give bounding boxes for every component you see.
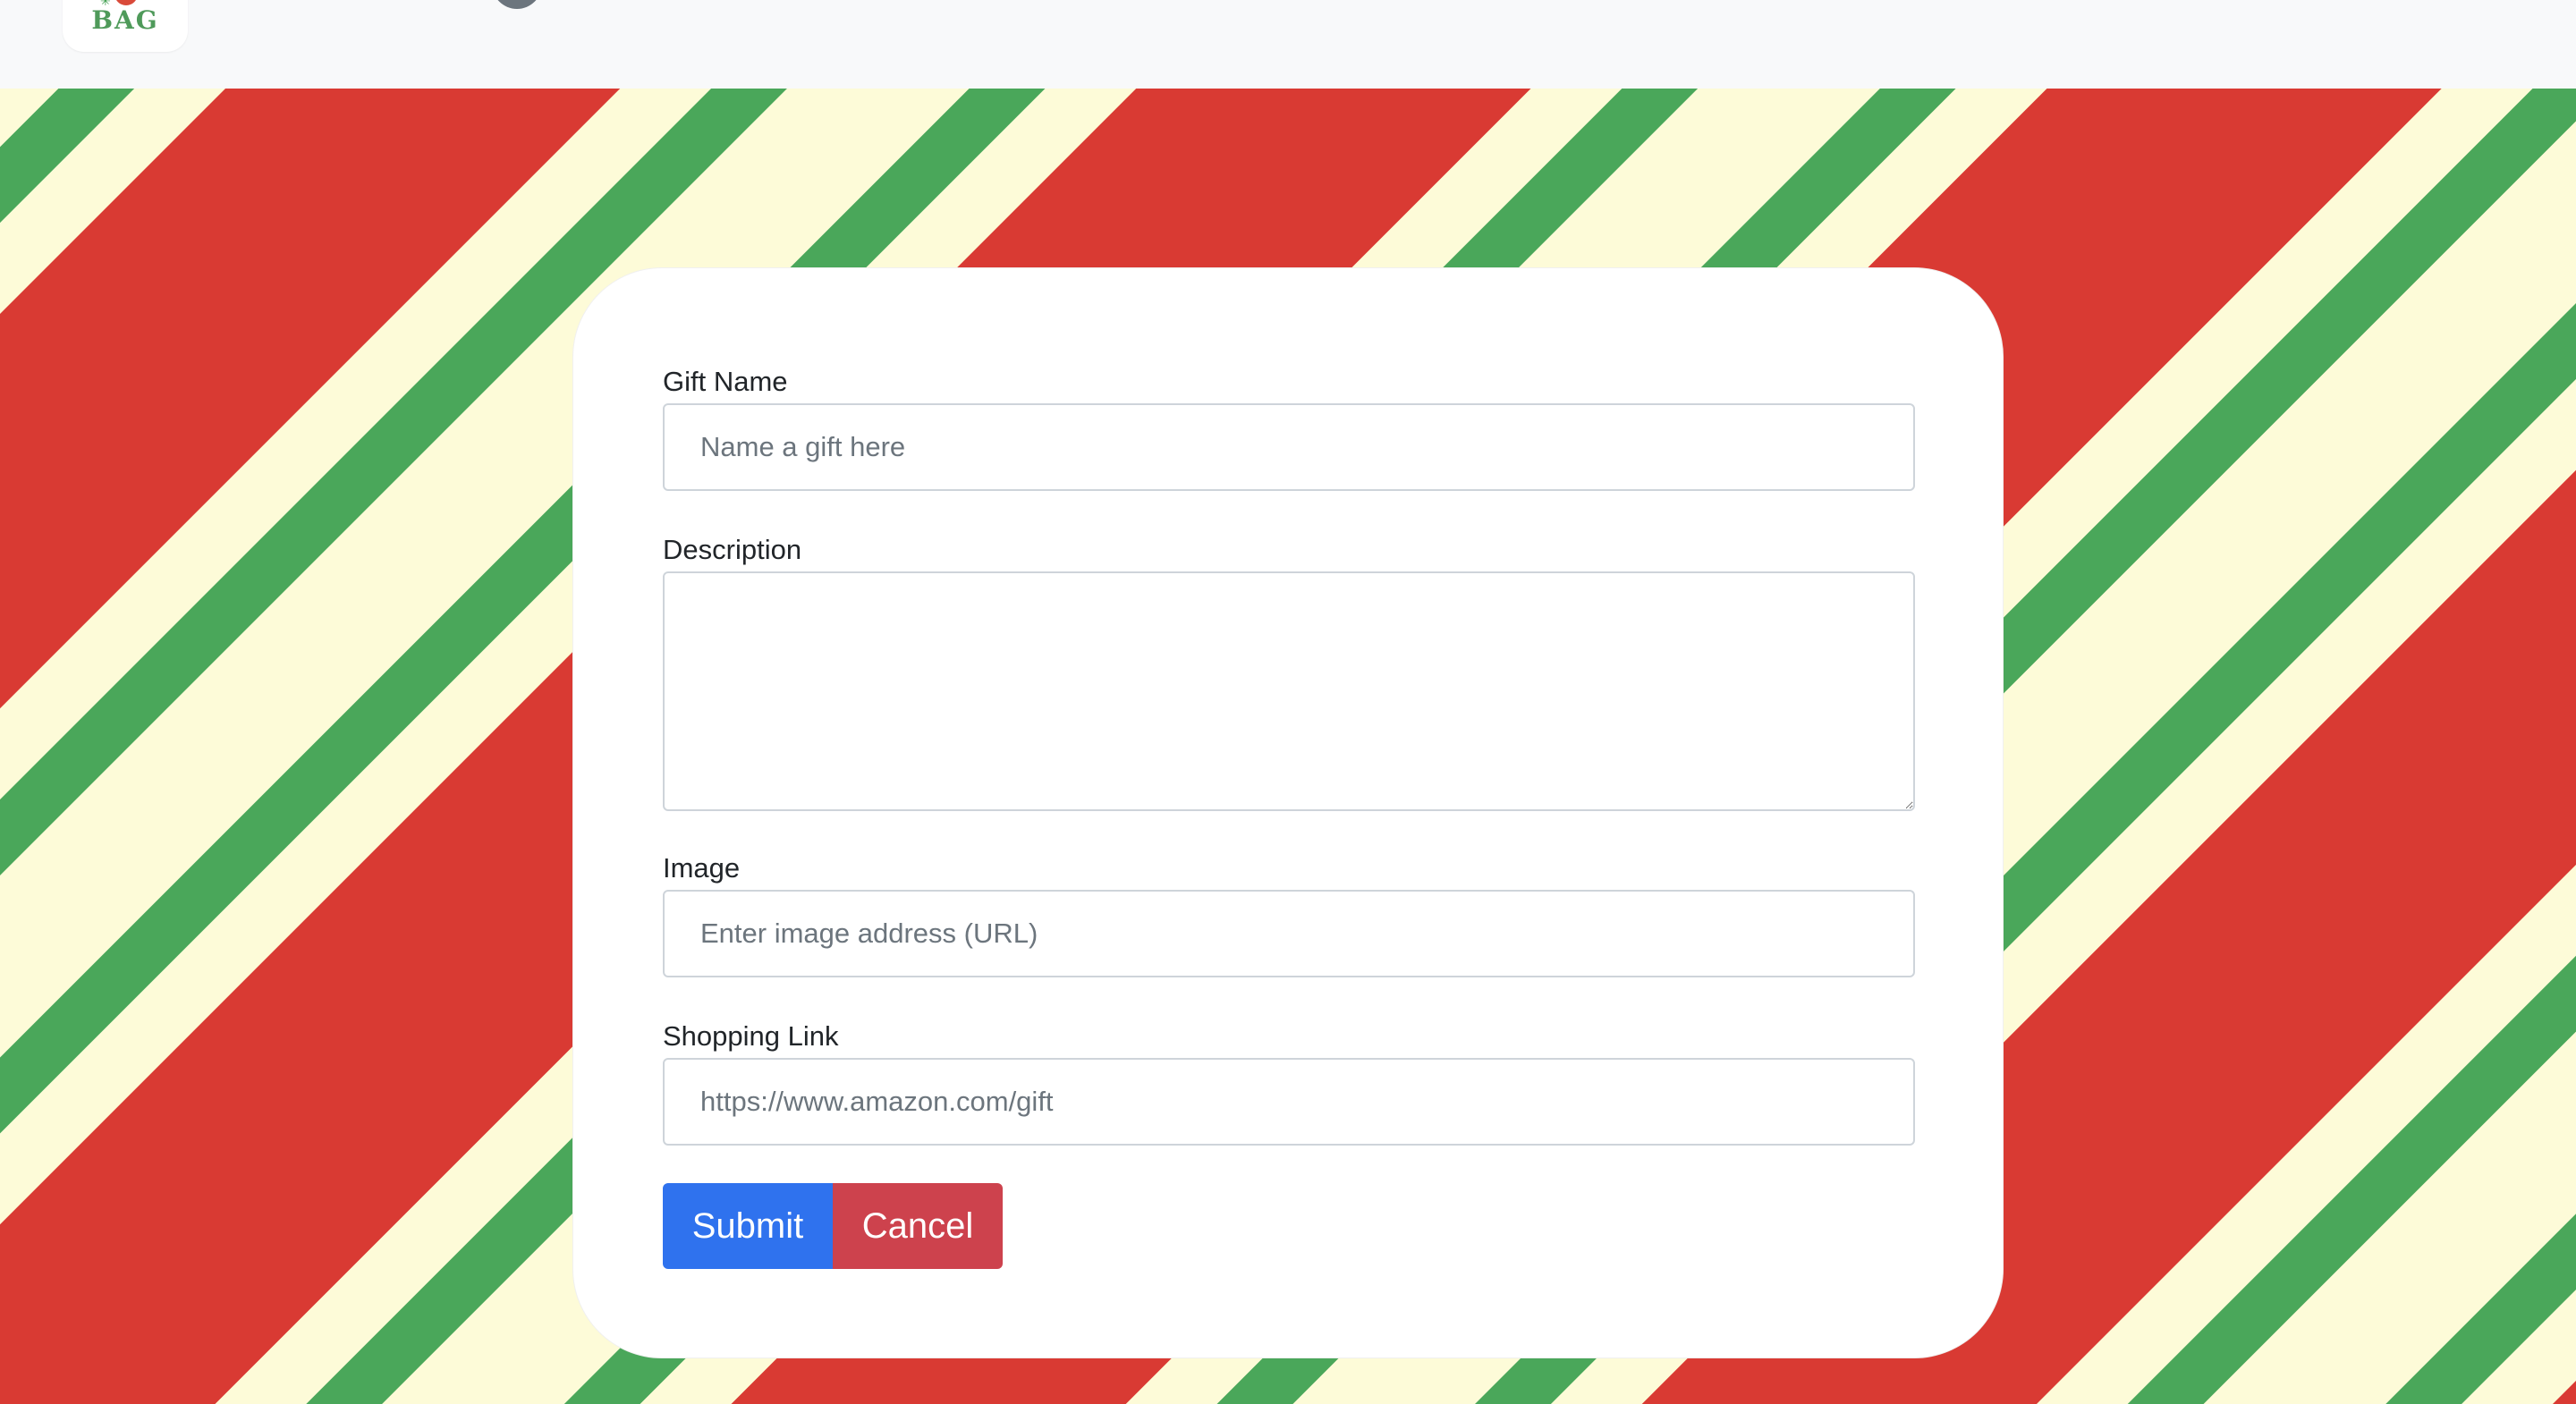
add-gift-form-card: Gift Name Description Image Shopping Lin…: [572, 267, 2004, 1358]
description-label: Description: [663, 534, 802, 565]
description-textarea[interactable]: [663, 571, 1915, 811]
image-url-input[interactable]: [663, 890, 1915, 977]
shopping-link-label: Shopping Link: [663, 1020, 839, 1052]
navbar: ✳ BAG: [0, 0, 2576, 89]
logo[interactable]: ✳ BAG: [63, 0, 188, 52]
image-label: Image: [663, 852, 741, 884]
user-avatar[interactable]: [492, 0, 542, 9]
submit-button[interactable]: Submit: [663, 1183, 833, 1269]
logo-text: BAG: [91, 5, 159, 35]
shopping-link-input[interactable]: [663, 1058, 1915, 1146]
gift-name-label: Gift Name: [663, 366, 788, 397]
gift-name-input[interactable]: [663, 403, 1915, 491]
cancel-button[interactable]: Cancel: [833, 1183, 1003, 1269]
